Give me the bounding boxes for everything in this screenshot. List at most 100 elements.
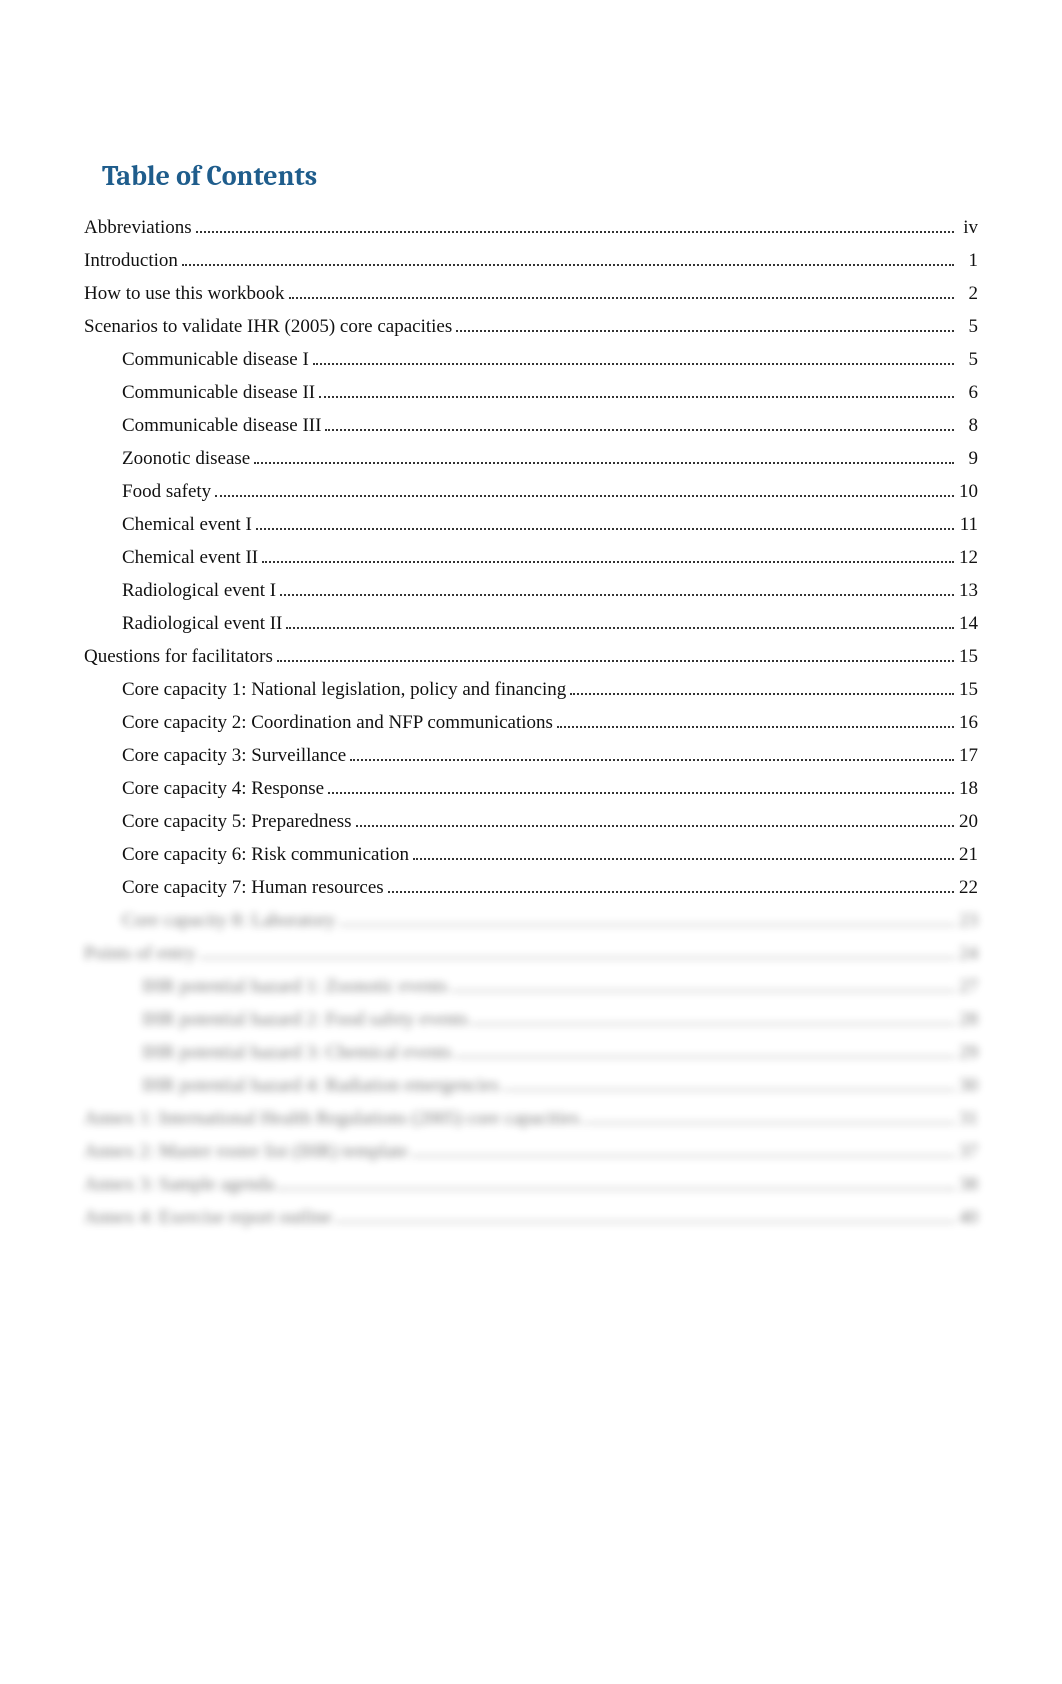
toc-entry-label: IHR potential hazard 4: Radiation emerge… <box>142 1076 499 1095</box>
toc-entry[interactable]: Food safety10 <box>84 482 978 501</box>
toc-entry[interactable]: Core capacity 4: Response 18 <box>84 779 978 798</box>
toc-entry[interactable]: Annex 3: Sample agenda 38 <box>84 1175 978 1194</box>
toc-leader-dots <box>289 297 954 299</box>
toc-entry-page: 38 <box>958 1175 978 1194</box>
table-of-contents: Abbreviations iv Introduction 1 How to use t… <box>84 218 978 1227</box>
toc-entry-label: Chemical event II <box>122 548 258 567</box>
toc-entry[interactable]: Communicable disease III 8 <box>84 416 978 435</box>
toc-entry[interactable]: Annex 4: Exercise report outline40 <box>84 1208 978 1227</box>
toc-entry[interactable]: Core capacity 5: Preparedness20 <box>84 812 978 831</box>
document-page: Table of Contents AbbreviationsivIntrodu… <box>0 0 1062 1227</box>
toc-entry-label: Core capacity 4: Response <box>122 779 324 798</box>
toc-entry-label: How to use this workbook <box>84 284 285 303</box>
toc-leader-dots <box>182 264 954 266</box>
toc-entry-page: 11 <box>958 515 978 534</box>
toc-leader-dots <box>280 594 954 596</box>
toc-leader-dots <box>328 792 954 794</box>
toc-entry[interactable]: Chemical event II12 <box>84 548 978 567</box>
toc-entry-page: 6 <box>958 383 978 402</box>
toc-entry-label: Core capacity 8: Laboratory <box>122 911 336 930</box>
toc-entry-label: Core capacity 5: Preparedness <box>122 812 352 831</box>
toc-entry-label: Core capacity 6: Risk communication <box>122 845 409 864</box>
toc-entry-label: Core capacity 7: Human resources <box>122 878 384 897</box>
toc-entry-label: IHR potential hazard 1: Zoonotic events <box>142 977 448 996</box>
toc-leader-dots <box>412 1155 954 1157</box>
toc-entry-label: Annex 1: International Health Regulation… <box>84 1109 579 1128</box>
toc-entry-page: 29 <box>958 1043 978 1062</box>
toc-entry[interactable]: Points of entry 24 <box>84 944 978 963</box>
toc-leader-dots <box>570 693 954 695</box>
toc-entry-page: 23 <box>958 911 978 930</box>
toc-entry[interactable]: IHR potential hazard 4: Radiation emerge… <box>84 1076 978 1095</box>
toc-leader-dots <box>277 660 954 662</box>
toc-entry-label: Communicable disease I <box>122 350 309 369</box>
toc-leader-dots <box>215 495 954 497</box>
toc-entry-page: 8 <box>958 416 978 435</box>
toc-entry[interactable]: Radiological event I 13 <box>84 581 978 600</box>
toc-entry[interactable]: Annex 2: Master roster list (IHR) templa… <box>84 1142 978 1161</box>
toc-entry-label: Chemical event I <box>122 515 252 534</box>
toc-entry-label: Scenarios to validate IHR (2005) core ca… <box>84 317 452 336</box>
toc-entry-label: Annex 3: Sample agenda <box>84 1175 274 1194</box>
toc-entry[interactable]: Introduction 1 <box>84 251 978 270</box>
toc-entry-page: 17 <box>958 746 978 765</box>
toc-entry-label: Food safety <box>122 482 211 501</box>
toc-entry[interactable]: IHR potential hazard 1: Zoonotic events 2… <box>84 977 978 996</box>
toc-entry[interactable]: Core capacity 2: Coordination and NFP co… <box>84 713 978 732</box>
toc-entry-page: 16 <box>958 713 978 732</box>
toc-leader-dots <box>278 1188 954 1190</box>
toc-entry-page: iv <box>958 218 978 237</box>
toc-entry[interactable]: IHR potential hazard 2: Food safety even… <box>84 1010 978 1029</box>
toc-entry-page: 1 <box>958 251 978 270</box>
toc-leader-dots <box>336 1221 954 1223</box>
toc-entry[interactable]: Scenarios to validate IHR (2005) core ca… <box>84 317 978 336</box>
toc-entry-page: 27 <box>958 977 978 996</box>
toc-entry-page: 22 <box>958 878 978 897</box>
toc-leader-dots <box>350 759 954 761</box>
toc-entry-page: 40 <box>958 1208 978 1227</box>
toc-entry[interactable]: Abbreviations iv <box>84 218 978 237</box>
toc-entry-label: IHR potential hazard 2: Food safety even… <box>142 1010 468 1029</box>
toc-entry-label: Introduction <box>84 251 178 270</box>
toc-entry-label: Radiological event I <box>122 581 276 600</box>
toc-entry-page: 15 <box>958 680 978 699</box>
toc-entry[interactable]: Questions for facilitators15 <box>84 647 978 666</box>
toc-entry-page: 31 <box>958 1109 978 1128</box>
toc-entry[interactable]: Core capacity 8: Laboratory 23 <box>84 911 978 930</box>
toc-entry-page: 13 <box>958 581 978 600</box>
toc-leader-dots <box>413 858 954 860</box>
toc-leader-dots <box>583 1122 954 1124</box>
toc-entry[interactable]: Communicable disease II6 <box>84 383 978 402</box>
toc-entry[interactable]: Core capacity 7: Human resources 22 <box>84 878 978 897</box>
toc-leader-dots <box>313 363 954 365</box>
toc-leader-dots <box>388 891 954 893</box>
toc-leader-dots <box>456 330 954 332</box>
toc-entry-page: 21 <box>958 845 978 864</box>
toc-leader-dots <box>262 561 954 563</box>
toc-entry-label: Communicable disease III <box>122 416 321 435</box>
toc-leader-dots <box>503 1089 954 1091</box>
toc-entry-label: Points of entry <box>84 944 196 963</box>
toc-entry-page: 14 <box>958 614 978 633</box>
toc-entry[interactable]: Core capacity 3: Surveillance17 <box>84 746 978 765</box>
toc-entry[interactable]: Core capacity 1: National legislation, p… <box>84 680 978 699</box>
toc-leader-dots <box>319 396 954 398</box>
toc-entry-page: 24 <box>958 944 978 963</box>
toc-entry-page: 37 <box>958 1142 978 1161</box>
toc-entry[interactable]: Radiological event II 14 <box>84 614 978 633</box>
toc-entry[interactable]: Zoonotic disease9 <box>84 449 978 468</box>
toc-entry[interactable]: IHR potential hazard 3: Chemical events2… <box>84 1043 978 1062</box>
toc-entry[interactable]: Chemical event I 11 <box>84 515 978 534</box>
toc-entry-page: 28 <box>958 1010 978 1029</box>
toc-entry-page: 18 <box>958 779 978 798</box>
toc-leader-dots <box>456 1056 954 1058</box>
toc-entry[interactable]: Core capacity 6: Risk communication 21 <box>84 845 978 864</box>
toc-entry-label: Core capacity 1: National legislation, p… <box>122 680 566 699</box>
toc-entry[interactable]: Communicable disease I5 <box>84 350 978 369</box>
toc-leader-dots <box>356 825 955 827</box>
toc-entry-label: Radiological event II <box>122 614 282 633</box>
toc-leader-dots <box>200 957 954 959</box>
toc-entry-label: Abbreviations <box>84 218 192 237</box>
toc-entry[interactable]: How to use this workbook2 <box>84 284 978 303</box>
toc-entry[interactable]: Annex 1: International Health Regulation… <box>84 1109 978 1128</box>
